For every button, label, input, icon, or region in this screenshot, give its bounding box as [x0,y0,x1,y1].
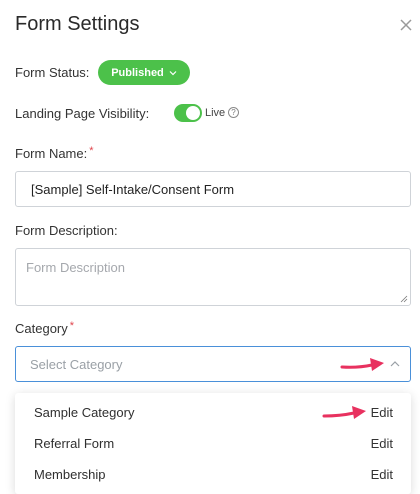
help-icon[interactable]: ? [228,107,239,118]
dropdown-item-membership[interactable]: Membership Edit [15,459,411,490]
form-status-label: Form Status: [15,65,90,80]
form-name-label: Form Name: * [15,145,94,161]
dropdown-item-referral-form[interactable]: Referral Form Edit [15,428,411,459]
form-name-input[interactable]: [Sample] Self-Intake/Consent Form [15,171,411,207]
dropdown-item-label: Membership [34,467,106,482]
close-icon[interactable] [397,16,415,34]
dialog-title: Form Settings [15,13,140,35]
annotation-arrow-icon [322,406,366,419]
category-label: Category * [15,320,75,336]
landing-page-visibility-toggle[interactable] [174,104,202,122]
form-description-placeholder: Form Description [26,260,125,275]
edit-link[interactable]: Edit [371,436,393,451]
toggle-state-label: Live [205,107,226,119]
required-mark: * [89,145,94,157]
landing-page-visibility-label: Landing Page Visibility: [15,106,150,121]
required-mark: * [69,320,75,332]
form-status-dropdown[interactable]: Published [98,60,190,85]
form-name-value: [Sample] Self-Intake/Consent Form [31,181,235,197]
resize-grip-icon[interactable] [400,295,408,303]
annotation-arrow-icon [340,358,384,371]
dropdown-item-label: Referral Form [34,436,115,451]
chevron-up-icon [390,361,400,367]
form-settings-dialog: Form Settings Form Status: Published Lan… [0,0,420,494]
edit-link[interactable]: Edit [371,405,393,420]
chevron-down-icon [169,70,177,75]
form-description-label: Form Description: [15,223,118,238]
edit-link[interactable]: Edit [371,467,393,482]
dropdown-item-label: Sample Category [34,405,135,420]
category-placeholder: Select Category [30,356,123,372]
form-status-value: Published [111,66,164,79]
form-description-textarea[interactable]: Form Description [15,248,411,306]
